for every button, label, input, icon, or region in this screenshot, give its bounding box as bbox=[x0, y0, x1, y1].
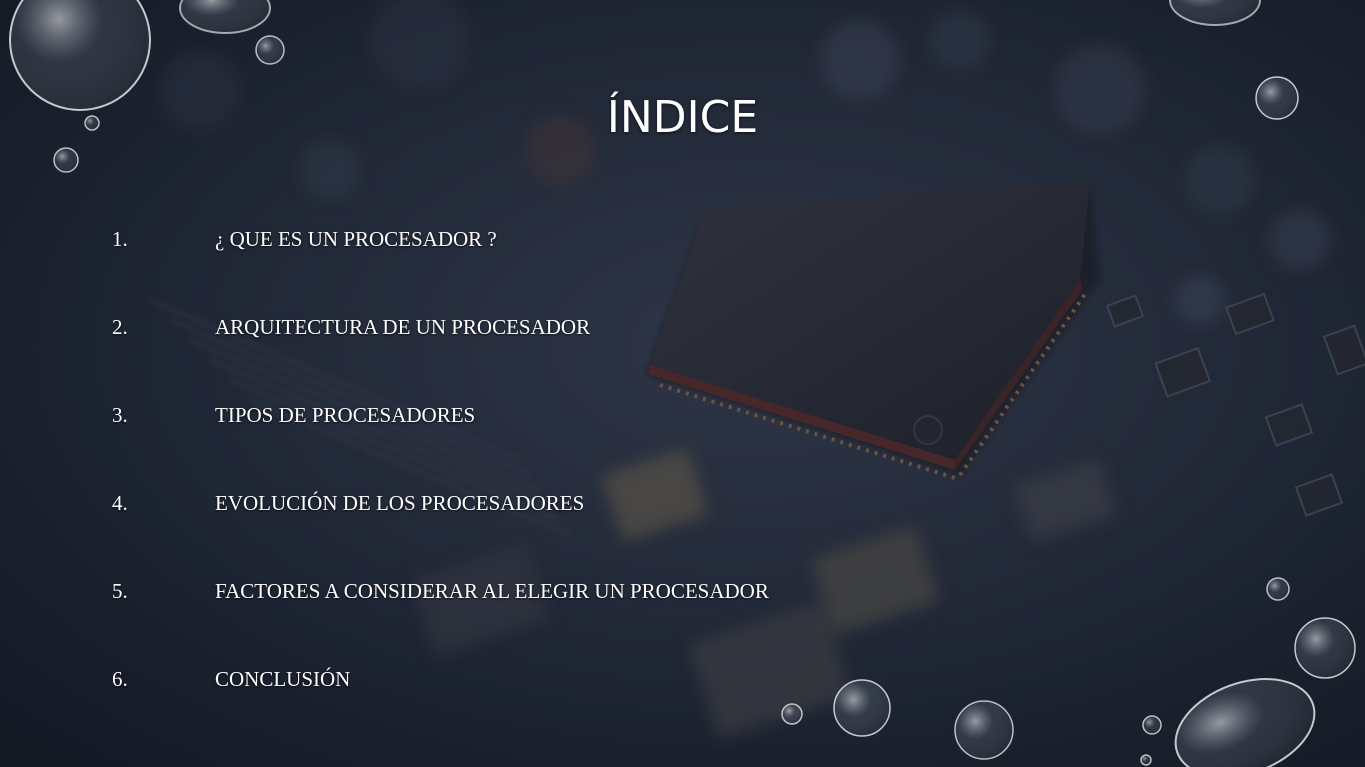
index-item-label: EVOLUCIÓN DE LOS PROCESADORES bbox=[215, 491, 585, 515]
index-item-4: 4. EVOLUCIÓN DE LOS PROCESADORES bbox=[0, 491, 1000, 521]
index-item-number: 5. bbox=[112, 579, 128, 603]
index-item-label: ¿ QUE ES UN PROCESADOR ? bbox=[215, 227, 497, 251]
index-item-2: 2. ARQUITECTURA DE UN PROCESADOR bbox=[0, 315, 1000, 345]
index-item-6: 6. CONCLUSIÓN bbox=[0, 667, 1000, 697]
index-item-number: 4. bbox=[112, 491, 128, 515]
index-item-label: FACTORES A CONSIDERAR AL ELEGIR UN PROCE… bbox=[215, 579, 769, 603]
index-item-label: TIPOS DE PROCESADORES bbox=[215, 403, 476, 427]
index-item-number: 3. bbox=[112, 403, 128, 427]
index-item-label: CONCLUSIÓN bbox=[215, 667, 351, 691]
slide: ÍNDICE 1. ¿ QUE ES UN PROCESADOR ? 2. AR… bbox=[0, 0, 1365, 767]
index-item-1: 1. ¿ QUE ES UN PROCESADOR ? bbox=[0, 227, 1000, 257]
slide-title: ÍNDICE bbox=[606, 92, 759, 143]
index-item-3: 3. TIPOS DE PROCESADORES bbox=[0, 403, 1000, 433]
index-item-number: 2. bbox=[112, 315, 128, 339]
index-item-number: 1. bbox=[112, 227, 128, 251]
index-item-label: ARQUITECTURA DE UN PROCESADOR bbox=[215, 315, 591, 339]
index-item-number: 6. bbox=[112, 667, 128, 691]
index-item-5: 5. FACTORES A CONSIDERAR AL ELEGIR UN PR… bbox=[0, 579, 1000, 609]
